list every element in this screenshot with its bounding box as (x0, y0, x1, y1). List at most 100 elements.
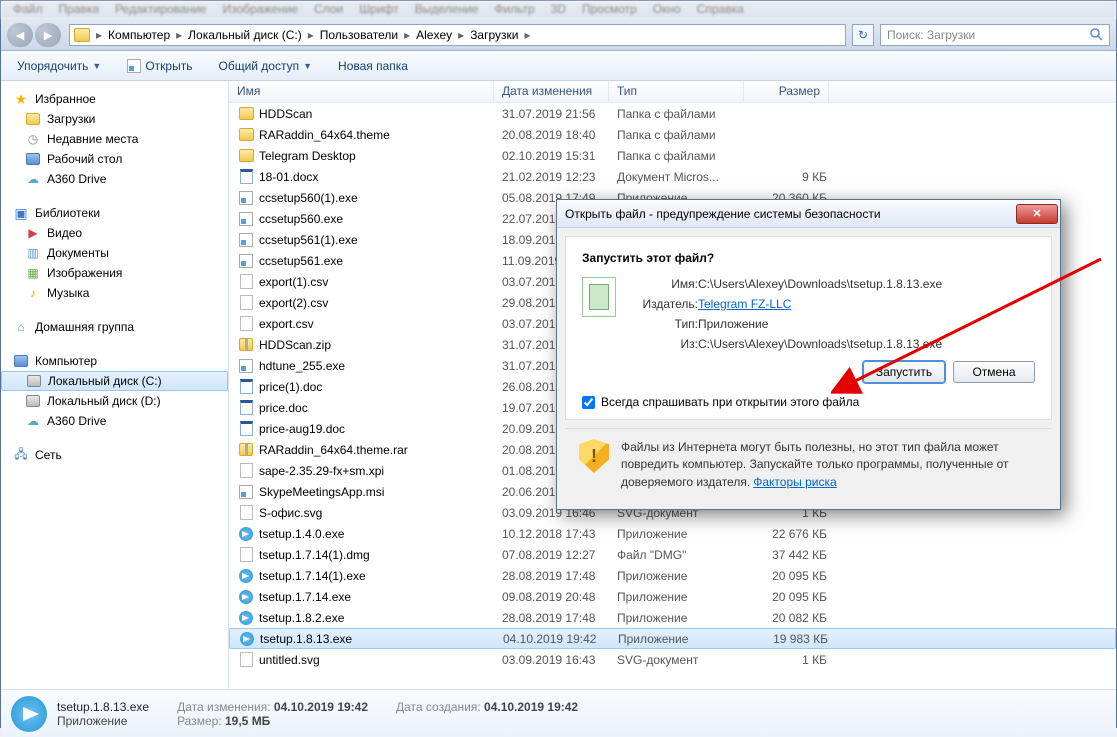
txt-icon (237, 295, 255, 311)
col-date[interactable]: Дата изменения (494, 81, 609, 102)
exe-icon (237, 253, 255, 269)
file-row[interactable]: tsetup.1.7.14(1).exe 28.08.2019 17:48 Пр… (229, 565, 1116, 586)
back-button[interactable]: ◄ (7, 23, 33, 47)
col-name[interactable]: Имя (229, 81, 494, 102)
explorer-window: ФайлПравкаРедактированиеИзображениеСлоиШ… (0, 0, 1117, 728)
zip-icon (237, 442, 255, 458)
sidebar-homegroup[interactable]: ⌂Домашняя группа (1, 317, 228, 337)
sidebar-item[interactable]: ☁A360 Drive (1, 169, 228, 189)
run-button[interactable]: Запустить (863, 361, 945, 383)
dialog-question: Запустить этот файл? (582, 251, 1035, 265)
exe-icon (127, 59, 141, 73)
col-size[interactable]: Размер (744, 81, 829, 102)
txt-icon (237, 316, 255, 332)
sidebar-favorites[interactable]: ★Избранное (1, 89, 228, 109)
sidebar: ★ИзбранноеЗагрузки◷Недавние местаРабочий… (1, 81, 229, 689)
address-bar[interactable]: ▸Компьютер▸Локальный диск (C:)▸Пользоват… (69, 24, 846, 46)
txt-icon (237, 505, 255, 521)
folder-icon (237, 106, 255, 122)
sidebar-network[interactable]: 🖧Сеть (1, 445, 228, 465)
publisher-link[interactable]: Telegram FZ-LLC (698, 297, 1035, 311)
file-row[interactable]: Telegram Desktop 02.10.2019 15:31 Папка … (229, 145, 1116, 166)
tg-icon (237, 526, 255, 542)
share-button[interactable]: Общий доступ▼ (212, 56, 318, 76)
host-app-menubar: ФайлПравкаРедактированиеИзображениеСлоиШ… (1, 1, 1116, 19)
column-headers[interactable]: Имя Дата изменения Тип Размер (229, 81, 1116, 103)
sidebar-item[interactable]: Локальный диск (C:) (1, 371, 228, 391)
exe-icon (237, 211, 255, 227)
file-row[interactable]: RARaddin_64x64.theme 20.08.2019 18:40 Па… (229, 124, 1116, 145)
txt-icon (237, 547, 255, 563)
breadcrumb-item[interactable]: Пользователи (316, 28, 402, 42)
breadcrumb-item[interactable]: Компьютер (104, 28, 174, 42)
security-dialog: Открыть файл - предупреждение системы бе… (556, 199, 1061, 510)
always-ask-checkbox[interactable]: Всегда спрашивать при открытии этого фай… (582, 395, 1035, 409)
doc-icon (237, 379, 255, 395)
exe-icon (237, 190, 255, 206)
file-row[interactable]: untitled.svg 03.09.2019 16:43 SVG-докуме… (229, 649, 1116, 670)
file-row[interactable]: HDDScan 31.07.2019 21:56 Папка с файлами (229, 103, 1116, 124)
breadcrumb-item[interactable]: Alexey (412, 28, 456, 42)
doc-icon (237, 400, 255, 416)
app-icon (582, 277, 616, 317)
navigation-bar: ◄ ► ▸Компьютер▸Локальный диск (C:)▸Польз… (1, 19, 1116, 51)
doc-icon (237, 169, 255, 185)
exe-icon (237, 232, 255, 248)
breadcrumb-item[interactable]: Загрузки (466, 28, 522, 42)
txt-icon (237, 274, 255, 290)
tg-icon (238, 631, 256, 647)
file-row[interactable]: tsetup.1.7.14(1).dmg 07.08.2019 12:27 Фа… (229, 544, 1116, 565)
zip-icon (237, 337, 255, 353)
txt-icon (237, 652, 255, 668)
folder-icon (237, 127, 255, 143)
tg-icon (237, 589, 255, 605)
sidebar-item[interactable]: Локальный диск (D:) (1, 391, 228, 411)
file-row[interactable]: tsetup.1.8.13.exe 04.10.2019 19:42 Прило… (229, 628, 1116, 649)
organize-button[interactable]: Упорядочить▼ (11, 56, 107, 76)
folder-icon (74, 28, 90, 42)
breadcrumb-item[interactable]: Локальный диск (C:) (184, 28, 306, 42)
sidebar-item[interactable]: ♪Музыка (1, 283, 228, 303)
tg-icon (237, 568, 255, 584)
col-type[interactable]: Тип (609, 81, 744, 102)
search-placeholder: Поиск: Загрузки (887, 28, 975, 42)
field-from: C:\Users\Alexey\Downloads\tsetup.1.8.13.… (698, 337, 1035, 351)
sidebar-item[interactable]: ◷Недавние места (1, 129, 228, 149)
field-type: Приложение (698, 317, 1035, 331)
file-row[interactable]: tsetup.1.7.14.exe 09.08.2019 20:48 Прило… (229, 586, 1116, 607)
sidebar-item[interactable]: ▥Документы (1, 243, 228, 263)
newfolder-button[interactable]: Новая папка (332, 56, 414, 76)
risk-link[interactable]: Факторы риска (753, 475, 836, 489)
dialog-titlebar[interactable]: Открыть файл - предупреждение системы бе… (557, 200, 1060, 228)
sidebar-item[interactable]: ▶Видео (1, 223, 228, 243)
forward-button[interactable]: ► (35, 23, 61, 47)
sidebar-item[interactable]: ▦Изображения (1, 263, 228, 283)
warning-text: Файлы из Интернета могут быть полезны, н… (621, 439, 1038, 491)
cancel-button[interactable]: Отмена (953, 361, 1035, 383)
folder-icon (237, 148, 255, 164)
file-row[interactable]: tsetup.1.4.0.exe 10.12.2018 17:43 Прилож… (229, 523, 1116, 544)
details-filename: tsetup.1.8.13.exe (57, 700, 149, 714)
open-button[interactable]: Открыть (121, 56, 198, 76)
sidebar-item[interactable]: ☁A360 Drive (1, 411, 228, 431)
checkbox-input[interactable] (582, 396, 595, 409)
file-row[interactable]: tsetup.1.8.2.exe 28.08.2019 17:48 Прилож… (229, 607, 1116, 628)
doc-icon (237, 421, 255, 437)
field-name: C:\Users\Alexey\Downloads\tsetup.1.8.13.… (698, 277, 1035, 291)
sidebar-libraries[interactable]: ▣Библиотеки (1, 203, 228, 223)
telegram-icon (11, 696, 47, 732)
details-pane: tsetup.1.8.13.exe Приложение Дата измене… (1, 689, 1116, 737)
sidebar-item[interactable]: Рабочий стол (1, 149, 228, 169)
search-icon (1090, 28, 1103, 41)
txt-icon (237, 463, 255, 479)
shield-icon: ! (579, 439, 609, 473)
toolbar: Упорядочить▼ Открыть Общий доступ▼ Новая… (1, 51, 1116, 81)
sidebar-computer[interactable]: Компьютер (1, 351, 228, 371)
close-button[interactable]: ✕ (1016, 204, 1058, 224)
exe-icon (237, 484, 255, 500)
tg-icon (237, 610, 255, 626)
refresh-button[interactable]: ↻ (852, 24, 874, 46)
file-row[interactable]: 18-01.docx 21.02.2019 12:23 Документ Mic… (229, 166, 1116, 187)
sidebar-item[interactable]: Загрузки (1, 109, 228, 129)
search-box[interactable]: Поиск: Загрузки (880, 24, 1110, 46)
